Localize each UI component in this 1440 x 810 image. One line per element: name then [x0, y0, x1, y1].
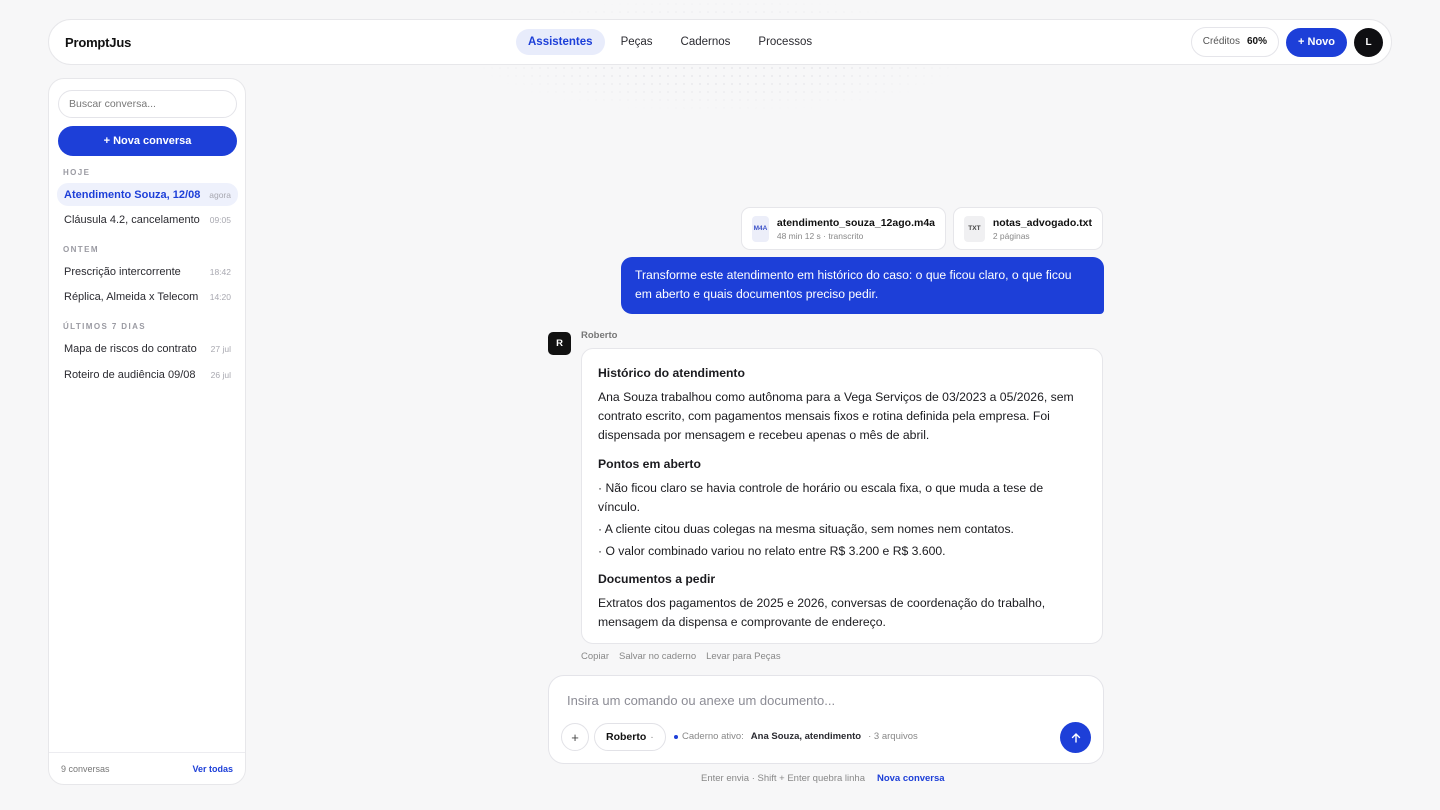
main-nav: Assistentes Peças Cadernos Processos [516, 29, 824, 55]
nav-item-pecas[interactable]: Peças [609, 29, 665, 55]
new-conversation-link[interactable]: Nova conversa [877, 773, 945, 784]
section-title-historico: Histórico do atendimento [598, 366, 745, 380]
conversation-count: 9 conversas [61, 763, 110, 774]
credits-label: Créditos [1202, 36, 1240, 47]
send-button[interactable] [1060, 722, 1091, 753]
attachment-meta: 48 min 12 s · transcrito [776, 230, 864, 241]
active-dot-icon [674, 734, 678, 739]
conversation-item[interactable]: Atendimento Souza, 12/08 agora [57, 183, 238, 206]
context-value: Ana Souza, atendimento [750, 731, 862, 742]
context-files: · 3 arquivos [868, 731, 918, 742]
assistant-selector-label: Roberto [606, 731, 647, 743]
nav-item-cadernos[interactable]: Cadernos [669, 29, 743, 55]
conversation-title: Mapa de riscos do contrato [64, 342, 197, 355]
historico-text: Ana Souza trabalhou como autônoma para a… [598, 390, 1074, 442]
send-to-pecas-action[interactable]: Levar para Peças [706, 651, 780, 662]
new-conversation-button[interactable]: + Nova conversa [58, 126, 237, 156]
conversation-item[interactable]: Mapa de riscos do contrato 27 jul [57, 337, 238, 360]
user-message-bubble: Transforme este atendimento em histórico… [621, 257, 1104, 314]
command-input[interactable]: Insira um comando ou anexe um documento.… [567, 693, 835, 708]
conversation-item[interactable]: Cláusula 4.2, cancelamento 09:05 [57, 208, 238, 231]
conversation-item[interactable]: Réplica, Almeida x Telecom 14:20 [57, 285, 238, 308]
attachment-name: atendimento_souza_12ago.m4a [776, 216, 935, 229]
conversation-title: Roteiro de audiência 09/08 [64, 368, 196, 381]
conversation-time: 27 jul [210, 343, 231, 354]
assistant-selector[interactable]: Roberto · [594, 723, 666, 751]
attachment-meta: 2 páginas [992, 230, 1030, 241]
attachment-card[interactable]: TXT notas_advogado.txt 2 páginas [953, 207, 1103, 250]
conversation-item[interactable]: Prescrição intercorrente 18:42 [57, 260, 238, 283]
sidebar-footer: 9 conversas Ver todas [49, 752, 245, 784]
open-point-item: · O valor combinado variou no relato ent… [598, 544, 946, 558]
conversation-title: Atendimento Souza, 12/08 [64, 188, 201, 201]
assistant-name: Roberto [581, 330, 618, 341]
nav-item-processos[interactable]: Processos [746, 29, 824, 55]
keyboard-hint: Enter envia · Shift + Enter quebra linha [701, 773, 865, 784]
search-conversation-input[interactable]: Buscar conversa... [58, 90, 237, 118]
conversation-title: Réplica, Almeida x Telecom [64, 290, 199, 303]
topbar-actions: Créditos 60% + Novo L [1190, 27, 1383, 57]
conversation-title: Prescrição intercorrente [64, 265, 181, 278]
conversation-title: Cláusula 4.2, cancelamento [64, 213, 200, 226]
brand-logo[interactable]: PromptJus [65, 35, 131, 50]
conversation-time: agora [209, 189, 231, 200]
composer-hint: Enter envia · Shift + Enter quebra linha… [701, 773, 945, 784]
section-title-pontos: Pontos em aberto [598, 457, 701, 471]
section-label-last-7-days: ÚLTIMOS 7 DIAS [63, 322, 147, 331]
text-file-icon: TXT [964, 215, 985, 242]
section-label-today: HOJE [63, 168, 91, 177]
open-point-item: · Não ficou claro se havia controle de h… [598, 481, 1044, 514]
caret-icon: · [650, 731, 654, 743]
user-avatar[interactable]: L [1354, 27, 1383, 57]
open-point-item: · A cliente citou duas colegas na mesma … [598, 522, 1014, 536]
conversation-item[interactable]: Roteiro de audiência 09/08 26 jul [57, 363, 238, 386]
documentos-text: Extratos dos pagamentos de 2025 e 2026, … [598, 596, 1046, 629]
message-actions: Copiar Salvar no caderno Levar para Peça… [581, 651, 781, 662]
top-navigation-bar: PromptJus Assistentes Peças Cadernos Pro… [48, 19, 1392, 65]
conversation-time: 26 jul [210, 369, 231, 380]
context-label: Caderno ativo: [682, 731, 744, 742]
message-composer: Insira um comando ou anexe um documento.… [548, 675, 1104, 764]
nav-item-assistentes[interactable]: Assistentes [516, 29, 605, 55]
conversation-time: 14:20 [209, 291, 231, 302]
attachment-card[interactable]: M4A atendimento_souza_12ago.m4a 48 min 1… [741, 207, 946, 250]
credits-value: 60% [1247, 36, 1268, 47]
attach-plus-button[interactable]: + [561, 723, 589, 751]
conversation-time: 09:05 [209, 214, 231, 225]
active-notebook-context[interactable]: Caderno ativo: Ana Souza, atendimento · … [674, 731, 918, 742]
arrow-up-icon [1071, 732, 1080, 743]
assistant-avatar: R [548, 332, 571, 355]
credits-badge[interactable]: Créditos 60% [1190, 27, 1280, 57]
new-button[interactable]: + Novo [1286, 27, 1347, 57]
audio-file-icon: M4A [752, 215, 769, 242]
assistant-message-card: Histórico do atendimento Ana Souza traba… [581, 348, 1103, 644]
conversation-time: 18:42 [209, 266, 231, 277]
conversation-sidebar: Buscar conversa... + Nova conversa HOJE … [48, 78, 246, 785]
section-title-documentos: Documentos a pedir [598, 572, 716, 586]
see-all-link[interactable]: Ver todas [192, 764, 233, 774]
attachment-name: notas_advogado.txt [992, 216, 1092, 229]
section-label-yesterday: ONTEM [63, 245, 99, 254]
copy-action[interactable]: Copiar [581, 651, 609, 662]
save-to-notebook-action[interactable]: Salvar no caderno [619, 651, 696, 662]
